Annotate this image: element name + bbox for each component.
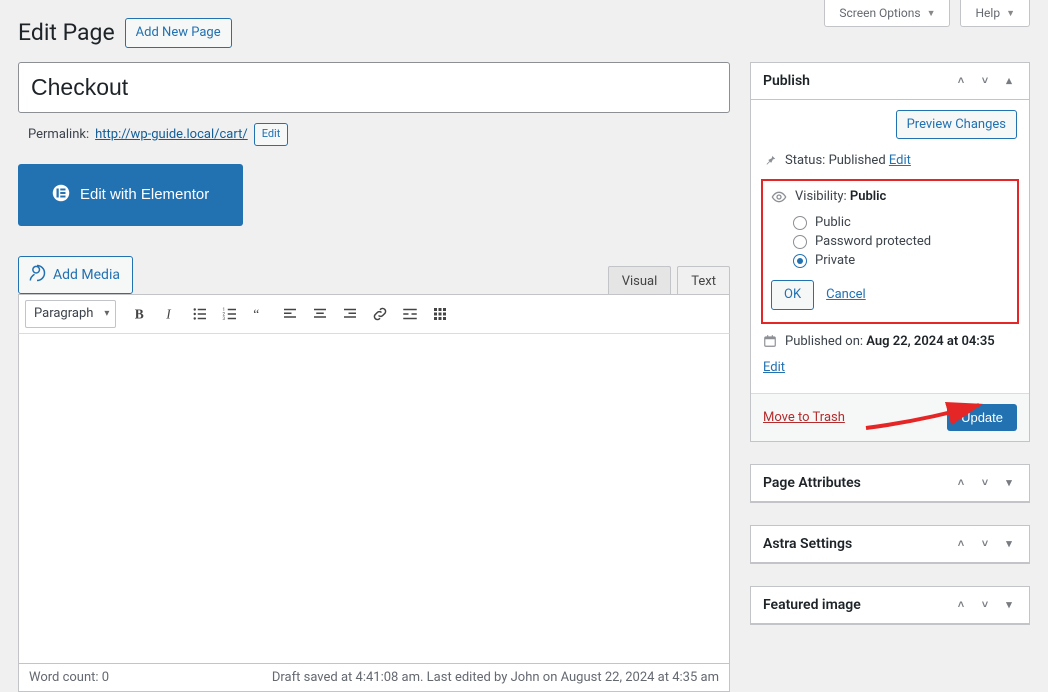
astra-settings-title: Astra Settings <box>763 536 852 552</box>
svg-text:“: “ <box>254 306 260 321</box>
visibility-public-label: Public <box>815 215 851 230</box>
svg-text:I: I <box>166 306 173 321</box>
visibility-ok-button[interactable]: OK <box>771 280 814 310</box>
align-right-button[interactable] <box>336 300 364 328</box>
screen-options-label: Screen Options <box>839 6 920 20</box>
published-on-label: Published on: <box>785 334 863 349</box>
add-new-page-button[interactable]: Add New Page <box>125 18 232 48</box>
format-dropdown[interactable]: Paragraph <box>25 300 116 328</box>
post-title-input[interactable] <box>18 62 730 114</box>
radio-checked-icon <box>793 254 807 268</box>
visibility-password-label: Password protected <box>815 234 931 249</box>
help-tab[interactable]: Help ▼ <box>960 0 1030 27</box>
editor-tab-text[interactable]: Text <box>677 266 730 294</box>
status-label: Status: <box>785 153 825 168</box>
permalink-url[interactable]: http://wp-guide.local/cart/ <box>95 127 248 142</box>
elementor-button-label: Edit with Elementor <box>80 186 209 203</box>
page-attributes-title: Page Attributes <box>763 475 861 491</box>
expand-icon[interactable]: ▾ <box>1001 476 1017 489</box>
read-more-button[interactable] <box>396 300 424 328</box>
visibility-private-label: Private <box>815 253 855 268</box>
permalink-label: Permalink: <box>28 127 89 142</box>
status-edit-link[interactable]: Edit <box>889 153 911 168</box>
move-up-icon[interactable]: ˄ <box>953 74 969 87</box>
featured-image-title: Featured image <box>763 597 861 613</box>
screen-options-tab[interactable]: Screen Options ▼ <box>824 0 950 27</box>
last-edit-info: Draft saved at 4:41:08 am. Last edited b… <box>272 670 719 685</box>
align-center-button[interactable] <box>306 300 334 328</box>
visibility-editor: Visibility: Public Public Password prote… <box>761 179 1019 324</box>
align-left-button[interactable] <box>276 300 304 328</box>
astra-settings-box: Astra Settings ˄ ˅ ▾ <box>750 525 1030 564</box>
blockquote-button[interactable]: “ <box>246 300 274 328</box>
visibility-value: Public <box>850 189 886 204</box>
move-up-icon[interactable]: ˄ <box>953 476 969 489</box>
link-button[interactable] <box>366 300 394 328</box>
radio-icon <box>793 216 807 230</box>
editor-toolbar: Paragraph B I 123 “ <box>18 294 730 334</box>
caret-down-icon: ▼ <box>927 8 936 19</box>
number-list-button[interactable]: 123 <box>216 300 244 328</box>
caret-down-icon: ▼ <box>1006 8 1015 19</box>
add-media-label: Add Media <box>53 267 120 283</box>
radio-icon <box>793 235 807 249</box>
elementor-icon <box>52 184 70 206</box>
eye-icon <box>771 189 787 209</box>
editor-content-area[interactable] <box>18 334 730 664</box>
editor-tab-visual[interactable]: Visual <box>608 266 672 294</box>
published-on-edit-link[interactable]: Edit <box>763 360 1017 375</box>
visibility-label: Visibility: <box>795 189 847 204</box>
move-down-icon[interactable]: ˅ <box>977 74 993 87</box>
visibility-option-password[interactable]: Password protected <box>771 232 1009 251</box>
word-count: Word count: 0 <box>29 670 109 685</box>
move-down-icon[interactable]: ˅ <box>977 598 993 611</box>
published-on-value: Aug 22, 2024 at 04:35 <box>866 334 994 349</box>
format-selected: Paragraph <box>34 306 93 321</box>
move-to-trash-link[interactable]: Move to Trash <box>763 410 845 425</box>
collapse-icon[interactable]: ▴ <box>1001 74 1017 87</box>
visibility-option-private[interactable]: Private <box>771 251 1009 270</box>
publish-box: Publish ˄ ˅ ▴ Preview Changes <box>750 62 1030 442</box>
toolbar-toggle-button[interactable] <box>426 300 454 328</box>
publish-box-title: Publish <box>763 73 810 89</box>
calendar-icon <box>763 334 777 352</box>
svg-text:B: B <box>135 306 144 321</box>
page-attributes-box: Page Attributes ˄ ˅ ▾ <box>750 464 1030 503</box>
edit-with-elementor-button[interactable]: Edit with Elementor <box>18 164 243 226</box>
permalink-edit-button[interactable]: Edit <box>254 123 289 146</box>
featured-image-box: Featured image ˄ ˅ ▾ <box>750 586 1030 625</box>
bold-button[interactable]: B <box>126 300 154 328</box>
pin-icon <box>763 153 777 171</box>
bullet-list-button[interactable] <box>186 300 214 328</box>
status-value: Published <box>829 153 886 168</box>
move-up-icon[interactable]: ˄ <box>953 598 969 611</box>
help-label: Help <box>975 6 1000 20</box>
move-up-icon[interactable]: ˄ <box>953 537 969 550</box>
svg-text:3: 3 <box>223 316 226 322</box>
add-media-button[interactable]: Add Media <box>18 256 133 294</box>
update-button[interactable]: Update <box>947 404 1017 431</box>
move-down-icon[interactable]: ˅ <box>977 537 993 550</box>
page-title: Edit Page <box>18 19 115 46</box>
permalink-row: Permalink: http://wp-guide.local/cart/ E… <box>28 123 728 146</box>
visibility-cancel-link[interactable]: Cancel <box>826 287 866 302</box>
expand-icon[interactable]: ▾ <box>1001 598 1017 611</box>
italic-button[interactable]: I <box>156 300 184 328</box>
expand-icon[interactable]: ▾ <box>1001 537 1017 550</box>
visibility-option-public[interactable]: Public <box>771 213 1009 232</box>
media-icon <box>27 263 47 287</box>
move-down-icon[interactable]: ˅ <box>977 476 993 489</box>
preview-changes-button[interactable]: Preview Changes <box>896 110 1017 140</box>
